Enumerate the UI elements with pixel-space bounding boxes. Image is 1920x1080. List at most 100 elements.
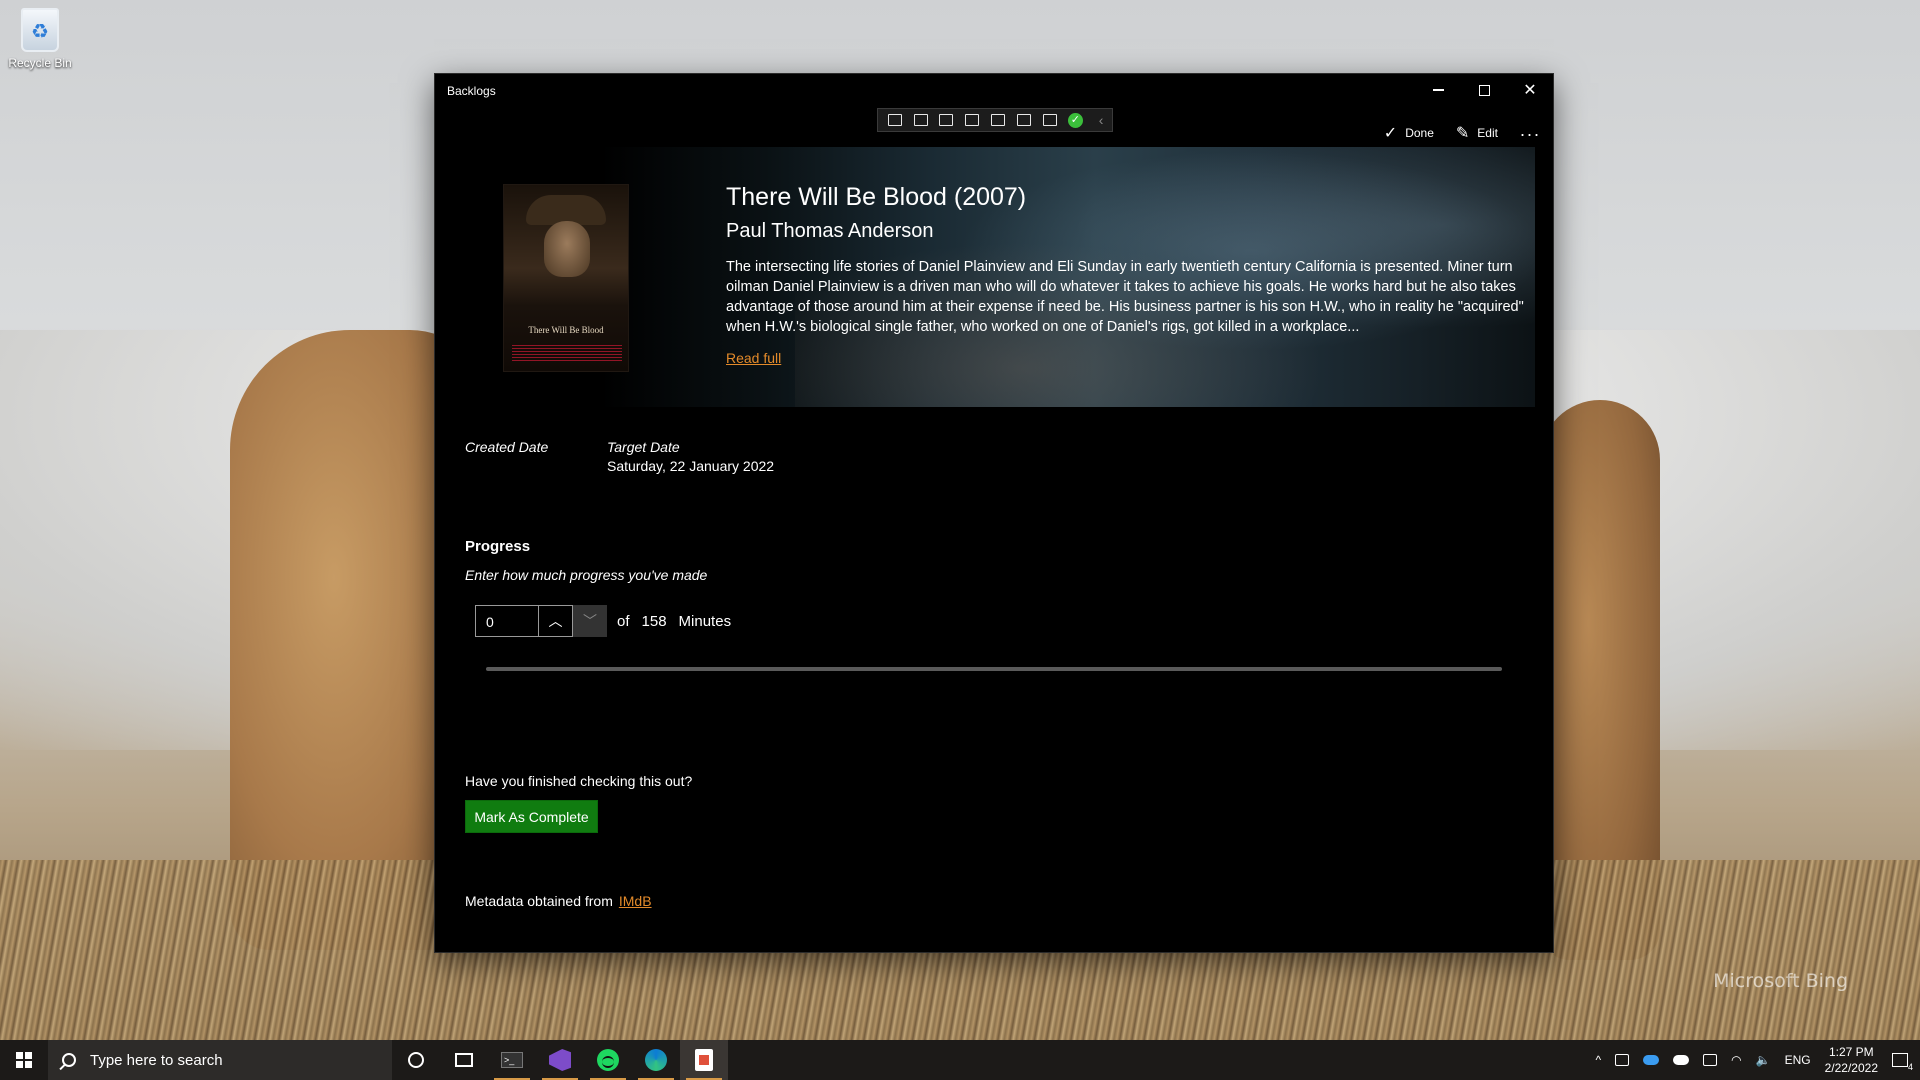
hero-banner: There Will Be Blood There Will Be Blood … — [435, 147, 1535, 407]
select-element-button[interactable] — [936, 110, 958, 130]
done-button[interactable]: ✓ Done — [1384, 123, 1434, 143]
notification-count: 4 — [1907, 1062, 1913, 1072]
chevron-up-icon: ︿ — [548, 613, 563, 629]
of-label: of — [617, 613, 630, 630]
meet-now-icon[interactable] — [1615, 1054, 1630, 1066]
decrement-button[interactable]: ﹀ — [573, 605, 607, 637]
windows-logo-icon — [16, 1052, 32, 1068]
read-full-link[interactable]: Read full — [726, 350, 781, 366]
layout-adorners-button[interactable] — [961, 110, 983, 130]
backlogs-icon — [695, 1049, 713, 1071]
start-button[interactable] — [0, 1040, 48, 1080]
visual-studio-icon — [549, 1049, 571, 1071]
record-button[interactable] — [910, 110, 932, 130]
visual-studio-app[interactable] — [536, 1040, 584, 1080]
language-indicator[interactable]: ENG — [1785, 1053, 1811, 1067]
movie-director: Paul Thomas Anderson — [726, 220, 934, 242]
progress-hint: Enter how much progress you've made — [465, 567, 708, 583]
hot-reload-status-button[interactable]: ✓ — [1064, 110, 1086, 130]
title-bar[interactable]: Backlogs ✕ — [435, 74, 1553, 108]
more-options-button[interactable]: ... — [1520, 120, 1541, 141]
system-tray: ^ ◠ 🔈 ENG 1:27 PM 2/22/2022 4 — [1596, 1040, 1920, 1080]
notification-icon[interactable]: 4 — [1892, 1053, 1913, 1072]
completion-question: Have you finished checking this out? — [465, 773, 693, 789]
live-visual-tree-icon — [887, 114, 902, 126]
maximize-icon — [1478, 84, 1490, 96]
collapse-toolbar-button[interactable]: ‹ — [1090, 110, 1112, 130]
cortana-button[interactable] — [392, 1040, 440, 1080]
poster-title: There Will Be Blood — [528, 325, 604, 335]
taskbar: Type here to search >_ ^ ◠ 🔈 ENG 1:27 PM… — [0, 1040, 1920, 1080]
edit-label: Edit — [1477, 126, 1498, 140]
backlogs-app[interactable] — [680, 1040, 728, 1080]
checkmark-icon: ✓ — [1383, 125, 1398, 142]
window-title: Backlogs — [447, 84, 496, 98]
metadata-prefix: Metadata obtained from — [465, 893, 613, 909]
display-layout-adorners-icon — [965, 114, 980, 126]
recycle-bin-shortcut[interactable]: Recycle Bin — [4, 8, 76, 70]
terminal-app[interactable]: >_ — [488, 1040, 536, 1080]
clock[interactable]: 1:27 PM 2/22/2022 — [1825, 1044, 1878, 1076]
track-focus-button[interactable] — [987, 110, 1009, 130]
maximize-button[interactable] — [1461, 74, 1507, 106]
close-button[interactable]: ✕ — [1507, 74, 1553, 106]
track-focus-icon — [991, 114, 1006, 126]
clock-time: 1:27 PM — [1828, 1045, 1874, 1059]
backlogs-window: Backlogs ✕ ✓ ‹ ✓ Done ✎ Edit ... There W… — [434, 73, 1554, 953]
progress-stepper: 0 ︿ ﹀ — [475, 605, 607, 637]
edit-button[interactable]: ✎ Edit — [1456, 123, 1498, 143]
more-icon: ... — [1519, 119, 1541, 140]
hot-reload-button[interactable] — [1039, 110, 1061, 130]
binding-failures-icon — [1016, 114, 1031, 126]
metadata-source: Metadata obtained from IMdB — [465, 893, 652, 909]
poster-credits — [512, 345, 622, 361]
mark-as-complete-button[interactable]: Mark As Complete — [465, 800, 598, 833]
close-icon: ✕ — [1523, 82, 1537, 99]
battery-icon[interactable] — [1703, 1054, 1718, 1066]
spotify-icon — [597, 1049, 619, 1071]
increment-button[interactable]: ︿ — [539, 605, 573, 637]
pencil-icon: ✎ — [1455, 125, 1470, 142]
minimize-button[interactable] — [1415, 74, 1461, 106]
wifi-icon[interactable]: ◠ — [1731, 1053, 1741, 1067]
movie-title: There Will Be Blood (2007) — [726, 183, 1027, 211]
hot-reload-icon — [1042, 114, 1057, 126]
terminal-icon: >_ — [501, 1052, 523, 1068]
collapse-icon: ‹ — [1098, 112, 1104, 128]
recycle-bin-icon — [21, 8, 59, 52]
target-date-label: Target Date — [607, 439, 680, 455]
progress-input[interactable]: 0 — [475, 605, 539, 637]
volume-icon[interactable]: 🔈 — [1756, 1053, 1771, 1067]
spotify-app[interactable] — [584, 1040, 632, 1080]
command-bar: ✓ Done ✎ Edit ... — [1384, 118, 1541, 148]
cortana-icon — [408, 1052, 424, 1068]
hot-reload-ok-icon: ✓ — [1067, 112, 1083, 128]
progress-bar — [486, 667, 1502, 671]
movie-poster: There Will Be Blood — [503, 184, 629, 372]
minimize-icon — [1432, 89, 1444, 91]
bing-watermark: Microsoft Bing — [1713, 970, 1848, 992]
edge-app[interactable] — [632, 1040, 680, 1080]
progress-heading: Progress — [465, 538, 531, 555]
chevron-up-icon[interactable]: ^ — [1596, 1053, 1602, 1067]
target-date-value: Saturday, 22 January 2022 — [607, 458, 775, 474]
onedrive-icon[interactable] — [1643, 1055, 1660, 1065]
poster-face — [544, 221, 590, 277]
task-view-button[interactable] — [440, 1040, 488, 1080]
movie-description: The intersecting life stories of Daniel … — [726, 259, 1524, 335]
select-element-icon — [939, 114, 954, 126]
recycle-bin-label: Recycle Bin — [8, 56, 72, 70]
binding-failures-button[interactable] — [1013, 110, 1035, 130]
edge-icon — [645, 1049, 667, 1071]
total-value: 158 — [641, 613, 667, 630]
search-icon — [62, 1053, 76, 1067]
task-view-icon — [455, 1053, 473, 1067]
imdb-link[interactable]: IMdB — [619, 893, 652, 909]
unit-label: Minutes — [678, 613, 732, 630]
onedrive-personal-icon[interactable] — [1673, 1055, 1690, 1065]
taskbar-search[interactable]: Type here to search — [48, 1040, 392, 1080]
search-placeholder: Type here to search — [90, 1051, 223, 1069]
live-visual-tree-button[interactable] — [884, 110, 906, 130]
xaml-debug-toolbar: ✓ ‹ — [877, 108, 1113, 132]
created-date-label: Created Date — [465, 439, 549, 455]
